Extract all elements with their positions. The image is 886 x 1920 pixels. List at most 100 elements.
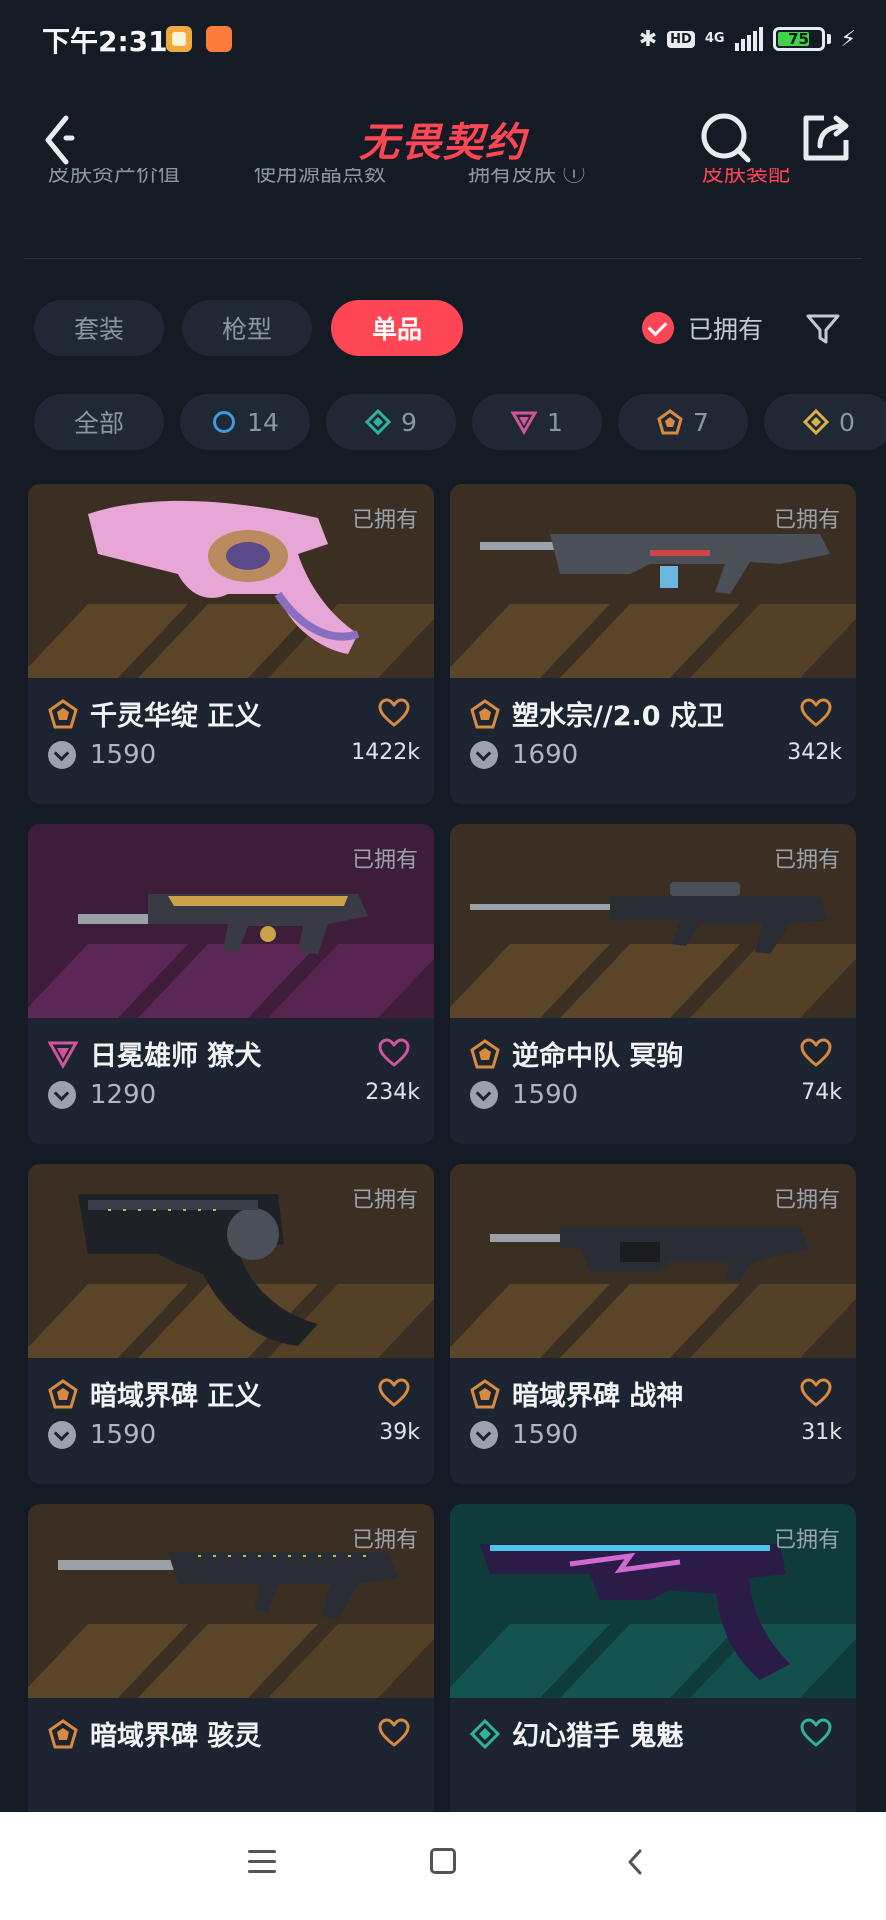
vp-currency-icon <box>48 1421 76 1449</box>
skin-image: 已拥有 <box>450 1164 856 1358</box>
skin-image: 已拥有 <box>28 824 434 1018</box>
pentagon-tier-icon <box>48 698 78 728</box>
chip-all[interactable]: 全部 <box>34 394 164 450</box>
heart-icon[interactable] <box>800 1378 832 1408</box>
vp-currency-icon <box>48 1081 76 1109</box>
owned-tag: 已拥有 <box>351 1188 418 1213</box>
status-time: 下午2:31 <box>42 25 168 58</box>
skin-name: 日冕雄师 獠犬 <box>90 1041 262 1072</box>
notes-app-icon <box>166 26 192 52</box>
owned-tag: 已拥有 <box>773 1528 840 1553</box>
owned-tag: 已拥有 <box>351 508 418 533</box>
vp-currency-icon <box>470 1421 498 1449</box>
owned-tag: 已拥有 <box>773 508 840 533</box>
vp-currency-icon <box>48 741 76 769</box>
price-value: 1590 <box>512 1080 579 1110</box>
skin-card[interactable]: 已拥有 逆命中队 冥驹 1590 74k <box>450 824 856 1144</box>
heart-icon[interactable] <box>800 1718 832 1748</box>
skin-image: 已拥有 <box>28 1164 434 1358</box>
likes-count: 342k <box>787 740 842 765</box>
app-logo-title: 无畏契约 <box>359 120 527 166</box>
heart-icon[interactable] <box>378 1378 410 1408</box>
tab-owned-skins[interactable]: 拥有皮肤 ⓘ <box>468 168 585 188</box>
owned-tag: 已拥有 <box>351 848 418 873</box>
chip-count: 9 <box>401 407 417 437</box>
mi-app-icon <box>206 26 232 52</box>
skin-card[interactable]: 已拥有 幻心猎手 鬼魅 <box>450 1504 856 1824</box>
segment-single-item[interactable]: 单品 <box>331 300 463 356</box>
chip-label: 全部 <box>73 409 124 438</box>
owned-tag: 已拥有 <box>351 1528 418 1553</box>
skin-name: 暗域界碑 骇灵 <box>90 1721 262 1752</box>
skin-price: 1290 <box>48 1080 156 1110</box>
tab-skin-loadout[interactable]: 皮肤装配 <box>702 168 790 188</box>
segment-bundle[interactable]: 套装 <box>34 300 164 356</box>
pentagon-tier-icon <box>48 1378 78 1408</box>
divider <box>24 258 862 259</box>
diamond-tier-icon <box>365 409 392 435</box>
skin-card[interactable]: 已拥有 暗域界碑 正义 1590 39k <box>28 1164 434 1484</box>
tab-points-used[interactable]: 使用源晶点数 <box>254 168 386 188</box>
chip-select-tier[interactable]: 14 <box>180 394 310 450</box>
circle-tier-icon <box>213 411 236 433</box>
signal-icon <box>734 27 763 51</box>
battery-icon: 75 <box>772 27 825 51</box>
heart-icon[interactable] <box>800 698 832 728</box>
likes-count: 1422k <box>351 740 420 765</box>
price-value: 1290 <box>90 1080 157 1110</box>
price-value: 1590 <box>90 740 157 770</box>
skin-card[interactable]: 已拥有 日冕雄师 獠犬 1290 234k <box>28 824 434 1144</box>
tab-asset-value[interactable]: 皮肤资产价值 <box>48 168 180 188</box>
chip-premium-tier[interactable]: 1 <box>472 394 602 450</box>
skin-image: 已拥有 <box>28 1504 434 1698</box>
skin-name: 逆命中队 冥驹 <box>512 1041 684 1072</box>
network-type: 4G <box>704 31 725 46</box>
skin-name: 千灵华绽 正义 <box>90 701 262 732</box>
likes-count: 31k <box>801 1420 842 1445</box>
owned-tag: 已拥有 <box>773 1188 840 1213</box>
skin-name: 塑水宗//2.0 戍卫 <box>512 701 724 732</box>
chip-exclusive-tier[interactable]: 7 <box>618 394 748 450</box>
likes-count: 39k <box>379 1420 420 1445</box>
price-value: 1590 <box>90 1420 157 1450</box>
likes-count: 74k <box>801 1080 842 1105</box>
back-arrow-icon[interactable] <box>36 108 96 168</box>
owned-filter-toggle[interactable]: 已拥有 <box>642 305 763 351</box>
status-bar: 下午2:31 ✱ HD 4G 75 ⚡ <box>0 0 886 80</box>
pentagon-tier-icon <box>470 698 500 728</box>
filter-icon[interactable] <box>804 310 842 348</box>
skin-image: 已拥有 <box>450 824 856 1018</box>
checkbox-checked-icon[interactable] <box>642 312 674 344</box>
pentagon-tier-icon <box>470 1038 500 1068</box>
skin-card[interactable]: 已拥有 千灵华绽 正义 1590 1422k <box>28 484 434 804</box>
owned-tag: 已拥有 <box>773 848 840 873</box>
bluetooth-icon: ✱ <box>638 26 658 52</box>
skin-price: 1590 <box>470 1080 578 1110</box>
system-back-icon[interactable] <box>622 1848 650 1876</box>
skin-card[interactable]: 已拥有 塑水宗//2.0 戍卫 1690 342k <box>450 484 856 804</box>
diamond-tier-icon <box>470 1718 500 1749</box>
heart-icon[interactable] <box>800 1038 832 1068</box>
skin-name: 暗域界碑 正义 <box>90 1381 262 1412</box>
chip-deluxe-tier[interactable]: 9 <box>326 394 456 450</box>
pentagon-tier-icon <box>470 1378 500 1408</box>
recent-apps-button[interactable] <box>248 1850 276 1874</box>
home-button[interactable] <box>430 1848 456 1874</box>
skin-card[interactable]: 已拥有 暗域界碑 骇灵 <box>28 1504 434 1824</box>
search-icon[interactable] <box>696 108 756 168</box>
skin-price: 1590 <box>48 740 156 770</box>
skin-price: 1590 <box>48 1420 156 1450</box>
skin-name: 幻心猎手 鬼魅 <box>512 1721 684 1752</box>
share-icon[interactable] <box>796 108 856 168</box>
chip-ultra-tier[interactable]: 0 <box>764 394 886 450</box>
segment-weapon-type[interactable]: 枪型 <box>182 300 312 356</box>
charging-icon: ⚡ <box>840 26 856 52</box>
likes-count: 234k <box>365 1080 420 1105</box>
heart-icon[interactable] <box>378 1038 410 1068</box>
skin-name: 暗域界碑 战神 <box>512 1381 684 1412</box>
skin-price: 1690 <box>470 740 578 770</box>
pentagon-tier-icon <box>657 409 683 435</box>
skin-card[interactable]: 已拥有 暗域界碑 战神 1590 31k <box>450 1164 856 1484</box>
heart-icon[interactable] <box>378 1718 410 1748</box>
heart-icon[interactable] <box>378 698 410 728</box>
